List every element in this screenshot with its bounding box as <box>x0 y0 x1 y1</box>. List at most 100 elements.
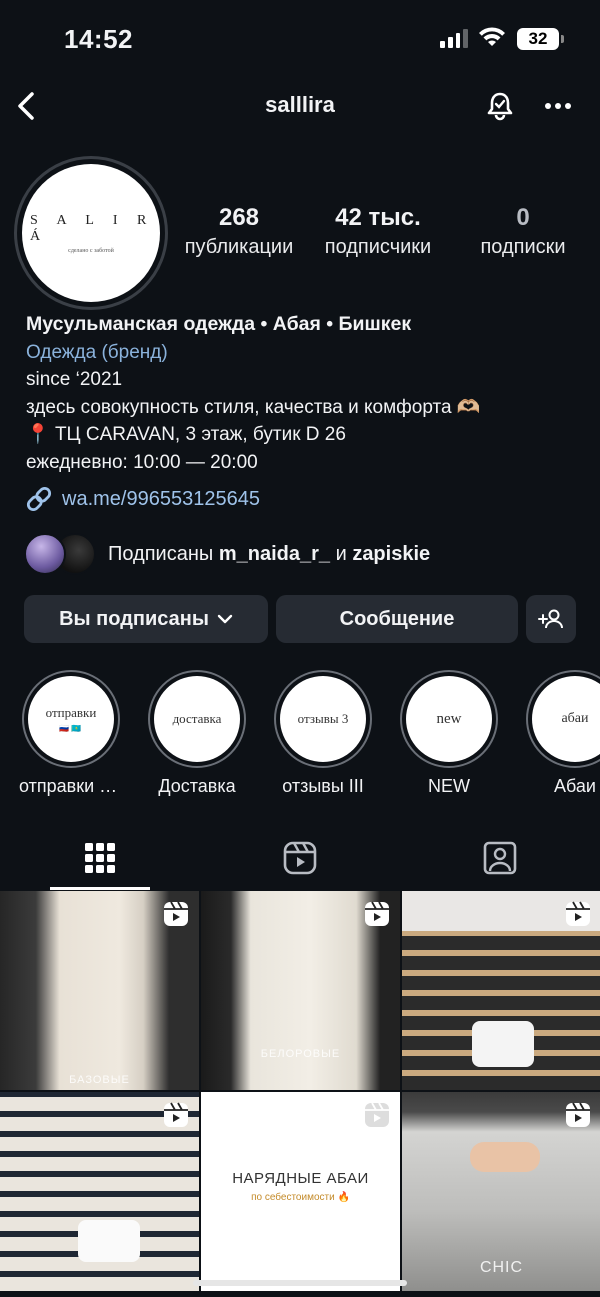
highlight-cover-text: абаи <box>561 711 589 726</box>
highlight-label: отзывы III <box>282 776 364 796</box>
stat-followers-value: 42 тыс. <box>335 204 421 231</box>
post-thumbnail[interactable]: НАРЯДНЫЕ АБАИ по себестоимости 🔥 <box>201 1092 400 1291</box>
following-button[interactable]: Вы подписаны <box>24 595 268 643</box>
following-button-label: Вы подписаны <box>59 607 209 630</box>
profile-bio: Мусульманская одежда • Абая • Бишкек Оде… <box>26 311 586 476</box>
home-indicator[interactable] <box>193 1280 407 1286</box>
highlight-item[interactable]: отзывы 3 отзывы III <box>271 670 375 797</box>
stat-followers-label: подписчики <box>324 236 432 258</box>
story-highlights: отправки 🇷🇺🇰🇿 отправки п... доставка Дос… <box>0 670 600 800</box>
followed-by-user[interactable]: zapiskie <box>352 543 430 565</box>
followed-by-user[interactable]: m_naida_r_ <box>219 543 330 565</box>
stat-followers[interactable]: 42 тыс. подписчики <box>310 204 446 259</box>
highlight-cover-ring: отправки 🇷🇺🇰🇿 <box>22 670 120 768</box>
bio-category[interactable]: Одежда (бренд) <box>26 339 586 367</box>
mutual-avatars <box>24 532 98 576</box>
post-subtitle: по себестоимости 🔥 <box>251 1192 350 1203</box>
bio-address-text: ТЦ CARAVAN, 3 этаж, бутик D 26 <box>54 424 346 445</box>
status-bar: 14:52 32 <box>0 0 600 80</box>
profile-tabs <box>0 826 600 890</box>
post-image-detail <box>470 1142 540 1172</box>
mutual-avatar <box>24 533 66 575</box>
bio-name: Мусульманская одежда • Абая • Бишкек <box>26 313 412 335</box>
grid-icon <box>85 843 115 873</box>
bio-line-since: since ‘2021 <box>26 369 123 390</box>
highlight-item[interactable]: отправки 🇷🇺🇰🇿 отправки п... <box>19 670 123 797</box>
highlight-cover: доставка <box>154 676 240 762</box>
stat-following[interactable]: 0 подписки <box>454 204 592 259</box>
bio-line-hours: ежедневно: 10:00 — 20:00 <box>26 451 258 473</box>
highlight-label: отправки п... <box>19 776 123 796</box>
reel-badge-icon <box>365 1102 389 1127</box>
highlight-cover: отзывы 3 <box>280 676 366 762</box>
highlight-item[interactable]: new NEW <box>397 670 501 797</box>
highlight-label: Доставка <box>158 776 236 796</box>
post-caption: БЕЛОРОВЫЕ <box>260 1048 341 1060</box>
highlight-cover: абаи <box>532 676 600 762</box>
post-thumbnail[interactable]: CHIC <box>402 1092 600 1291</box>
tagged-user-icon <box>483 841 517 875</box>
post-thumbnail[interactable] <box>0 1092 199 1291</box>
bell-icon <box>487 92 513 121</box>
ellipsis-icon <box>545 103 571 109</box>
highlight-item[interactable]: доставка Доставка <box>145 670 249 797</box>
profile-avatar[interactable]: S A L I R Á сделано с заботой <box>14 156 168 310</box>
active-tab-indicator <box>50 887 150 890</box>
stat-posts[interactable]: 268 публикации <box>176 204 302 259</box>
highlight-cover: отправки 🇷🇺🇰🇿 <box>28 676 114 762</box>
highlight-label: Абаи <box>554 776 596 796</box>
tab-posts-grid[interactable] <box>0 826 200 890</box>
highlight-cover-ring: new <box>400 670 498 768</box>
bio-link[interactable]: wa.me/996553125645 <box>24 484 260 514</box>
suggested-users-button[interactable] <box>526 595 576 643</box>
reels-icon <box>283 841 317 875</box>
reel-badge-icon <box>566 1102 590 1127</box>
followed-by-text: Подписаны m_naida_r_ и zapiskie <box>108 543 430 566</box>
avatar-image: S A L I R Á сделано с заботой <box>22 164 160 302</box>
message-button[interactable]: Сообщение <box>276 595 518 643</box>
followed-by-joiner: и <box>335 542 347 565</box>
bio-line-description: здесь совокупность стиля, качества и ком… <box>26 396 481 418</box>
bio-link-text[interactable]: wa.me/996553125645 <box>62 488 260 511</box>
add-user-icon <box>538 609 563 629</box>
bio-line-address: 📍 ТЦ CARAVAN, 3 этаж, бутик D 26 <box>26 421 586 449</box>
message-button-label: Сообщение <box>339 607 455 630</box>
post-title: НАРЯДНЫЕ АБАИ <box>232 1170 369 1187</box>
post-caption: БАЗОВЫЕ <box>69 1074 130 1086</box>
post-thumbnail[interactable] <box>402 891 600 1090</box>
followed-by-prefix: Подписаны <box>108 542 214 565</box>
highlight-cover-ring: абаи <box>526 670 600 768</box>
reel-badge-icon <box>566 901 590 926</box>
tab-reels[interactable] <box>200 826 400 890</box>
post-thumbnail[interactable]: БАЗОВЫЕ <box>0 891 199 1090</box>
profile-header: salllira <box>0 80 600 132</box>
profile-actions: Вы подписаны Сообщение <box>24 595 576 643</box>
stat-following-value: 0 <box>516 204 530 231</box>
highlight-cover-text: доставка <box>172 711 222 726</box>
stat-following-label: подписки <box>480 236 566 258</box>
status-time: 14:52 <box>64 24 133 54</box>
highlight-cover-text: отправки <box>45 705 97 720</box>
more-options-button[interactable] <box>538 86 578 126</box>
cellular-signal-icon <box>440 28 468 48</box>
link-icon <box>26 486 52 512</box>
wifi-icon <box>479 27 505 46</box>
followed-by[interactable]: Подписаны m_naida_r_ и zapiskie <box>24 532 430 576</box>
highlight-item[interactable]: абаи Абаи <box>523 670 600 797</box>
reel-badge-icon <box>164 901 188 926</box>
profile-stats: 268 публикации 42 тыс. подписчики 0 подп… <box>170 204 600 268</box>
reel-badge-icon <box>365 901 389 926</box>
post-thumbnail[interactable]: БЕЛОРОВЫЕ <box>201 891 400 1090</box>
highlight-cover-text: new <box>436 710 462 727</box>
highlight-cover-ring: доставка <box>148 670 246 768</box>
highlight-cover: new <box>406 676 492 762</box>
post-image-detail <box>472 1021 534 1067</box>
flag-icons: 🇷🇺🇰🇿 <box>59 724 83 733</box>
brand-tagline: сделано с заботой <box>68 247 114 254</box>
notifications-button[interactable] <box>480 86 520 126</box>
stat-posts-value: 268 <box>218 204 260 231</box>
highlight-label: NEW <box>428 776 470 796</box>
tab-tagged[interactable] <box>400 826 600 890</box>
highlight-cover-text: отзывы 3 <box>297 711 349 726</box>
reel-badge-icon <box>164 1102 188 1127</box>
